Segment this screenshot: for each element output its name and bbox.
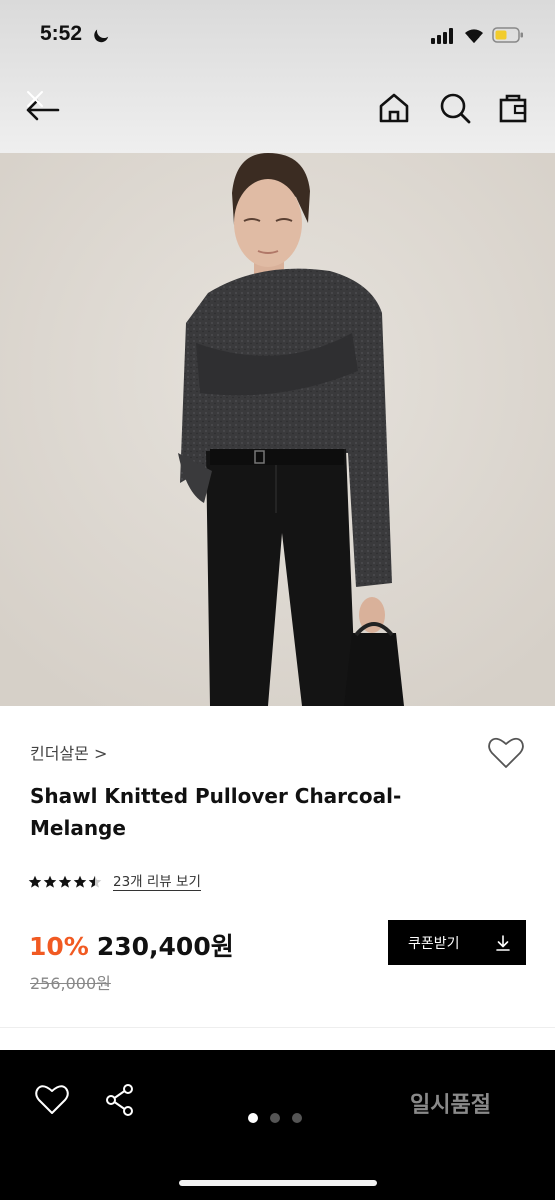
original-price: 256,000원 bbox=[30, 974, 111, 993]
carousel-dot[interactable] bbox=[270, 1113, 280, 1123]
back-button[interactable] bbox=[22, 88, 62, 128]
coupon-label: 쿠폰받기 bbox=[408, 935, 460, 952]
reviews-link[interactable]: 23개 리뷰 보기 bbox=[113, 874, 201, 891]
price-row: 10% 230,400원 bbox=[29, 927, 234, 963]
home-indicator[interactable] bbox=[179, 1180, 377, 1186]
half-star-icon bbox=[88, 875, 102, 888]
wishlist-button[interactable] bbox=[487, 735, 525, 771]
share-button[interactable] bbox=[102, 1082, 138, 1118]
soldout-button[interactable]: 일시품절 bbox=[410, 1087, 491, 1119]
discount-rate: 10% bbox=[29, 932, 89, 961]
status-time: 5:52 bbox=[40, 22, 83, 45]
rating-row: 23개 리뷰 보기 bbox=[28, 872, 201, 892]
model-photo bbox=[0, 153, 555, 706]
brand-link[interactable]: 킨더살몬 > bbox=[30, 740, 107, 764]
product-title: Shawl Knitted Pullover Charcoal-Melange bbox=[30, 784, 402, 840]
search-button[interactable] bbox=[437, 90, 473, 126]
cart-bag-button[interactable] bbox=[495, 90, 531, 126]
carousel-dots bbox=[248, 1113, 302, 1123]
star-icon bbox=[73, 875, 87, 888]
like-button[interactable] bbox=[34, 1082, 70, 1118]
wifi-icon bbox=[462, 26, 486, 44]
sale-price: 230,400원 bbox=[96, 932, 234, 961]
carousel-dot[interactable] bbox=[248, 1113, 258, 1123]
carousel-dot[interactable] bbox=[292, 1113, 302, 1123]
product-image[interactable] bbox=[0, 153, 555, 706]
signal-icon bbox=[431, 28, 455, 44]
home-button[interactable] bbox=[376, 90, 412, 126]
bottom-action-bar bbox=[0, 1050, 555, 1200]
star-icon bbox=[58, 875, 72, 888]
coupon-download-button[interactable]: 쿠폰받기 bbox=[388, 920, 526, 965]
star-icon bbox=[43, 875, 57, 888]
moon-icon bbox=[95, 22, 113, 40]
top-bar: 5:52 bbox=[0, 0, 555, 153]
battery-icon bbox=[492, 27, 524, 43]
download-icon bbox=[496, 934, 510, 951]
divider bbox=[0, 1027, 555, 1028]
star-icon bbox=[28, 875, 42, 888]
